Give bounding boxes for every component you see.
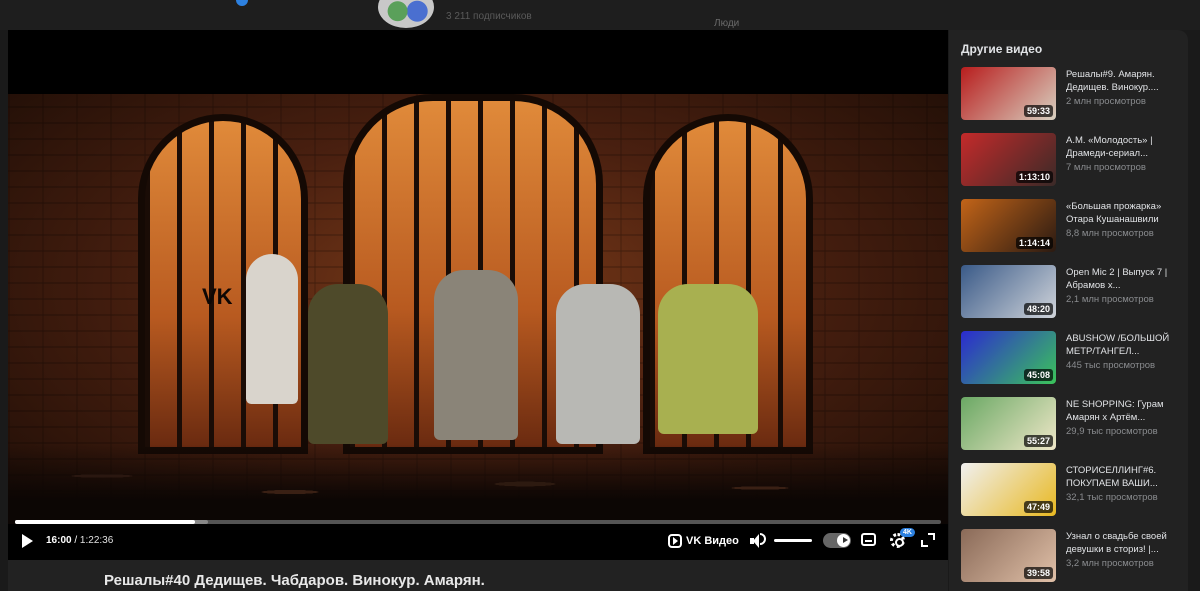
- video-duration: 39:58: [1023, 567, 1053, 579]
- current-time: 16:00: [46, 535, 72, 546]
- view-count: 2 млн просмотров: [1066, 96, 1146, 107]
- recommended-video-title[interactable]: Решалы#9. Амарян. Дедищев. Винокур....: [1066, 68, 1186, 94]
- play-button[interactable]: [20, 533, 34, 549]
- recommended-video-title[interactable]: СТОРИСЕЛЛИНГ#6. ПОКУПАЕМ ВАШИ...: [1066, 464, 1186, 490]
- recommended-video[interactable]: 47:49 СТОРИСЕЛЛИНГ#6. ПОКУПАЕМ ВАШИ... 32,…: [961, 463, 1188, 517]
- sidebar-title: Другие видео: [961, 42, 1043, 56]
- video-thumbnail[interactable]: 1:13:10: [961, 133, 1056, 186]
- video-thumbnail[interactable]: 39:58: [961, 529, 1056, 582]
- recommended-video-title[interactable]: Open Mic 2 | Выпуск 7 | Абрамов х...: [1066, 266, 1186, 292]
- stage-vk-logo: VK: [202, 284, 233, 309]
- recommended-video[interactable]: 1:13:10 А.М. «Молодость» | Драмеди-сериал…: [961, 133, 1188, 187]
- notification-dot: [236, 0, 248, 6]
- view-count: 7 млн просмотров: [1066, 162, 1146, 173]
- recommended-video[interactable]: 48:20 Open Mic 2 | Выпуск 7 | Абрамов х..…: [961, 265, 1188, 319]
- video-duration: 1:13:10: [1015, 171, 1053, 183]
- video-duration: 45:08: [1023, 369, 1053, 381]
- recommended-video-title[interactable]: NE SHOPPING: Гурам Амарян х Артём...: [1066, 398, 1186, 424]
- recommended-video-title[interactable]: Узнал о свадьбе своей девушки в сториз! …: [1066, 530, 1186, 556]
- performer: [658, 284, 758, 434]
- recommended-video[interactable]: 45:08 ABUSHOW /БОЛЬШОЙ МЕТР/ТАНГЕЛ... 445 …: [961, 331, 1188, 385]
- video-thumbnail[interactable]: 48:20: [961, 265, 1056, 318]
- recommended-video[interactable]: 1:14:14 «Большая прожарка» Отара Кушанашв…: [961, 199, 1188, 253]
- time-separator: /: [71, 535, 80, 546]
- vk-video-label: VK Видео: [686, 535, 739, 547]
- performer: [556, 284, 640, 444]
- video-thumbnail[interactable]: 47:49: [961, 463, 1056, 516]
- autoplay-play-icon: [843, 537, 848, 543]
- total-time: 1:22:36: [79, 535, 114, 546]
- video-thumbnail[interactable]: 45:08: [961, 331, 1056, 384]
- quality-badge: 4K: [900, 528, 915, 537]
- video-thumbnail[interactable]: 1:14:14: [961, 199, 1056, 252]
- recommended-video[interactable]: 55:27 NE SHOPPING: Гурам Амарян х Артём..…: [961, 397, 1188, 451]
- vk-video-icon: [668, 534, 682, 548]
- video-duration: 1:14:14: [1015, 237, 1053, 249]
- performer: [434, 270, 518, 440]
- recommended-video[interactable]: 39:58 Узнал о свадьбе своей девушки в сто…: [961, 529, 1188, 583]
- people-label[interactable]: Люди: [714, 18, 739, 29]
- video-thumbnail[interactable]: 59:33: [961, 67, 1056, 120]
- top-strip: 3 211 подписчиков Люди: [0, 0, 1200, 30]
- view-count: 8,8 млн просмотров: [1066, 228, 1154, 239]
- video-duration: 47:49: [1023, 501, 1053, 513]
- recommended-video[interactable]: 59:33 Решалы#9. Амарян. Дедищев. Винокур.…: [961, 67, 1188, 121]
- view-count: 32,1 тыс просмотров: [1066, 492, 1158, 503]
- other-videos-sidebar: Другие видео 59:33 Решалы#9. Амарян. Деди…: [949, 30, 1188, 591]
- view-count: 3,2 млн просмотров: [1066, 558, 1154, 569]
- player-controls: 16:00 / 1:22:36 VK Видео 4K: [8, 528, 948, 556]
- subscribers-count: 3 211 подписчиков: [446, 11, 532, 22]
- fullscreen-icon[interactable]: [921, 533, 935, 547]
- progress-played: [15, 520, 195, 524]
- video-title: Решалы#40 Дедищев. Чабдаров. Винокур. Ам…: [104, 572, 485, 589]
- view-count: 29,9 тыс просмотров: [1066, 426, 1158, 437]
- video-player[interactable]: VK 16:00 / 1:22:36 VK Видео 4K: [8, 30, 948, 560]
- subtitles-icon[interactable]: [861, 533, 876, 546]
- video-duration: 59:33: [1023, 105, 1053, 117]
- recommended-video-title[interactable]: ABUSHOW /БОЛЬШОЙ МЕТР/ТАНГЕЛ...: [1066, 332, 1186, 358]
- recommended-video-title[interactable]: «Большая прожарка» Отара Кушанашвили: [1066, 200, 1186, 226]
- view-count: 2,1 млн просмотров: [1066, 294, 1154, 305]
- performer: [308, 284, 388, 444]
- video-duration: 55:27: [1023, 435, 1053, 447]
- recommended-video-title[interactable]: А.М. «Молодость» | Драмеди-сериал...: [1066, 134, 1186, 160]
- video-info: Решалы#40 Дедищев. Чабдаров. Винокур. Ам…: [8, 560, 948, 591]
- vk-video-brand[interactable]: VK Видео: [668, 532, 739, 550]
- audience: [8, 444, 948, 524]
- channel-avatar[interactable]: [378, 0, 434, 28]
- performer: [246, 254, 298, 404]
- volume-slider[interactable]: [774, 539, 812, 542]
- video-frame[interactable]: VK: [8, 94, 948, 524]
- time-display: 16:00 / 1:22:36: [46, 535, 113, 546]
- progress-bar[interactable]: [15, 520, 941, 524]
- video-duration: 48:20: [1023, 303, 1053, 315]
- video-thumbnail[interactable]: 55:27: [961, 397, 1056, 450]
- view-count: 445 тыс просмотров: [1066, 360, 1156, 371]
